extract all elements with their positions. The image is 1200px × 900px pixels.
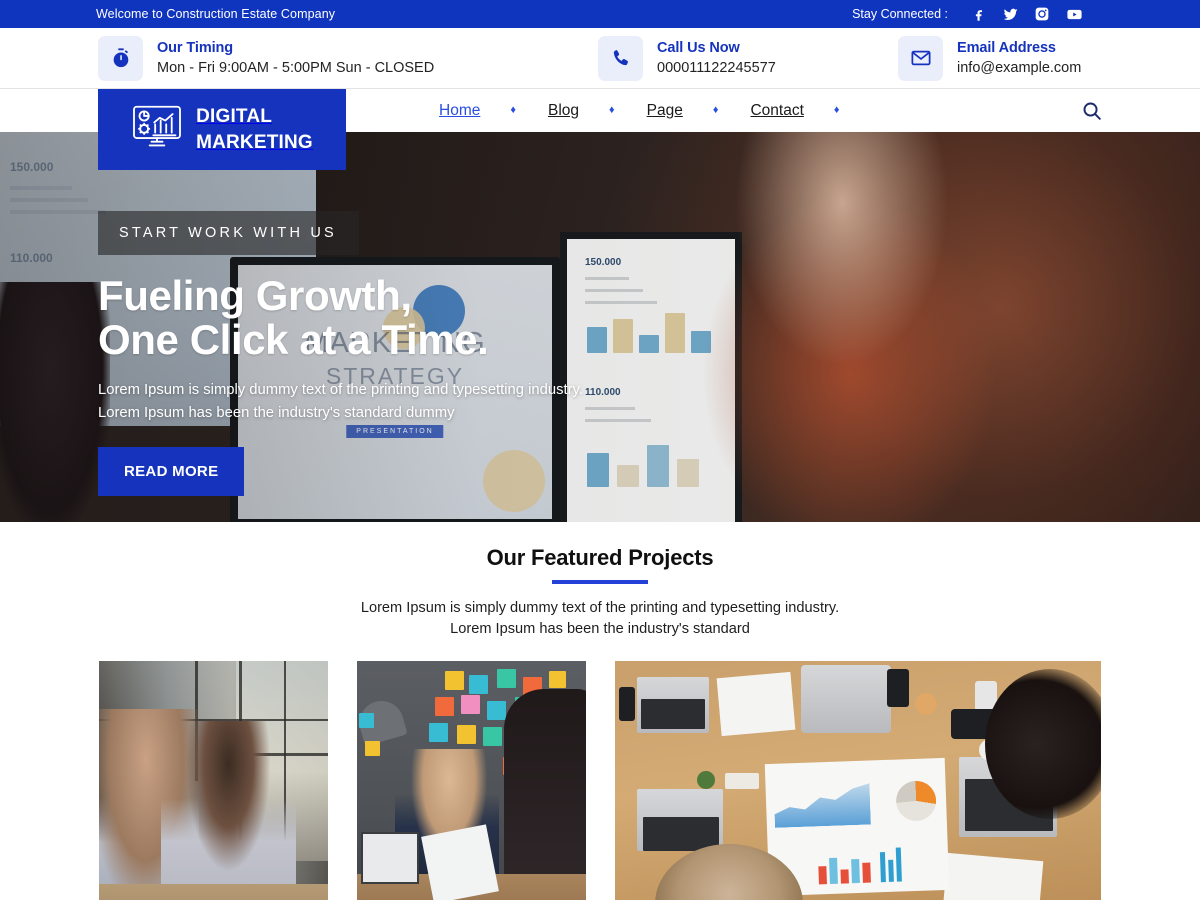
- monitor-analytics-icon: [131, 104, 183, 155]
- site-logo[interactable]: DIGITAL MARKETING: [98, 89, 346, 170]
- hero-description-line-2: Lorem Ipsum has been the industry's stan…: [98, 404, 455, 421]
- section-description: Lorem Ipsum is simply dummy text of the …: [0, 598, 1200, 640]
- logo-line-1: DIGITAL: [196, 106, 273, 128]
- email-value: info@example.com: [957, 60, 1082, 76]
- nav-separator-diamond-icon: ♦: [712, 104, 719, 116]
- title-underline: [552, 580, 648, 584]
- section-description-line-1: Lorem Ipsum is simply dummy text of the …: [360, 600, 840, 616]
- nav-menu: Home ♦ Blog ♦ Page ♦ Contact ♦: [437, 102, 870, 120]
- hero-content: START WORK WITH US Fueling Growth, One C…: [98, 132, 583, 497]
- hero-badge: START WORK WITH US: [98, 211, 359, 255]
- hero-description-line-1: Lorem Ipsum is simply dummy text of the …: [98, 382, 583, 399]
- timing-title: Our Timing: [157, 39, 234, 56]
- nav-item-home[interactable]: Home: [437, 102, 482, 120]
- youtube-icon[interactable]: [1058, 0, 1090, 28]
- twitter-icon[interactable]: [994, 0, 1026, 28]
- instagram-icon[interactable]: [1026, 0, 1058, 28]
- nav-separator-diamond-icon: ♦: [609, 104, 615, 116]
- project-image-3[interactable]: [615, 661, 1101, 900]
- top-announcement-bar: Welcome to Construction Estate Company S…: [0, 0, 1200, 28]
- page-title: Our Featured Projects: [486, 545, 714, 570]
- timing-value: Mon - Fri 9:00AM - 5:00PM Sun - CLOSED: [157, 60, 435, 76]
- info-item-email: Email Address info@example.com: [898, 35, 1178, 81]
- logo-line-2: MARKETING: [196, 131, 313, 153]
- project-grid: [0, 640, 1200, 900]
- phone-icon: [598, 35, 643, 81]
- nav-separator-diamond-icon: ♦: [833, 104, 840, 116]
- nav-separator-diamond-icon: ♦: [510, 104, 516, 116]
- phone-value: 000011122245577: [657, 60, 776, 76]
- phone-title: Call Us Now: [657, 39, 740, 56]
- hero-title-line-2: One Click at a Time.: [98, 315, 489, 363]
- facebook-icon[interactable]: [962, 0, 994, 28]
- hero-title-line-1: Fueling Growth,: [98, 272, 412, 319]
- nav-item-contact[interactable]: Contact: [748, 102, 805, 120]
- hero-title: Fueling Growth, One Click at a Time.: [98, 274, 583, 361]
- featured-projects-section: Our Featured Projects Lorem Ipsum is sim…: [0, 522, 1200, 900]
- email-title: Email Address: [957, 39, 1056, 56]
- hero-description: Lorem Ipsum is simply dummy text of the …: [98, 379, 583, 424]
- main-navigation-bar: DIGITAL MARKETING Home ♦ Blog ♦ Page ♦ C…: [0, 89, 1200, 170]
- welcome-message: Welcome to Construction Estate Company: [96, 7, 336, 21]
- search-icon[interactable]: [1079, 98, 1105, 124]
- stay-connected-label: Stay Connected :: [852, 7, 948, 21]
- social-links-group: Stay Connected :: [852, 0, 1190, 28]
- contact-info-bar: Our Timing Mon - Fri 9:00AM - 5:00PM Sun…: [0, 28, 1200, 89]
- section-description-line-2: Lorem Ipsum has been the industry's stan…: [450, 621, 750, 638]
- envelope-icon: [898, 35, 943, 81]
- nav-item-blog[interactable]: Blog: [546, 102, 581, 120]
- nav-item-page[interactable]: Page: [645, 102, 685, 120]
- stopwatch-icon: [98, 35, 143, 81]
- project-image-1[interactable]: [99, 661, 328, 900]
- hero-banner: 150.000 110.000 MARKETING STRATEGY PRESE…: [0, 132, 1200, 522]
- info-item-timing: Our Timing Mon - Fri 9:00AM - 5:00PM Sun…: [98, 35, 598, 81]
- info-item-phone: Call Us Now 000011122245577: [598, 35, 898, 81]
- project-image-2[interactable]: [357, 661, 586, 900]
- read-more-button[interactable]: READ MORE: [98, 447, 245, 497]
